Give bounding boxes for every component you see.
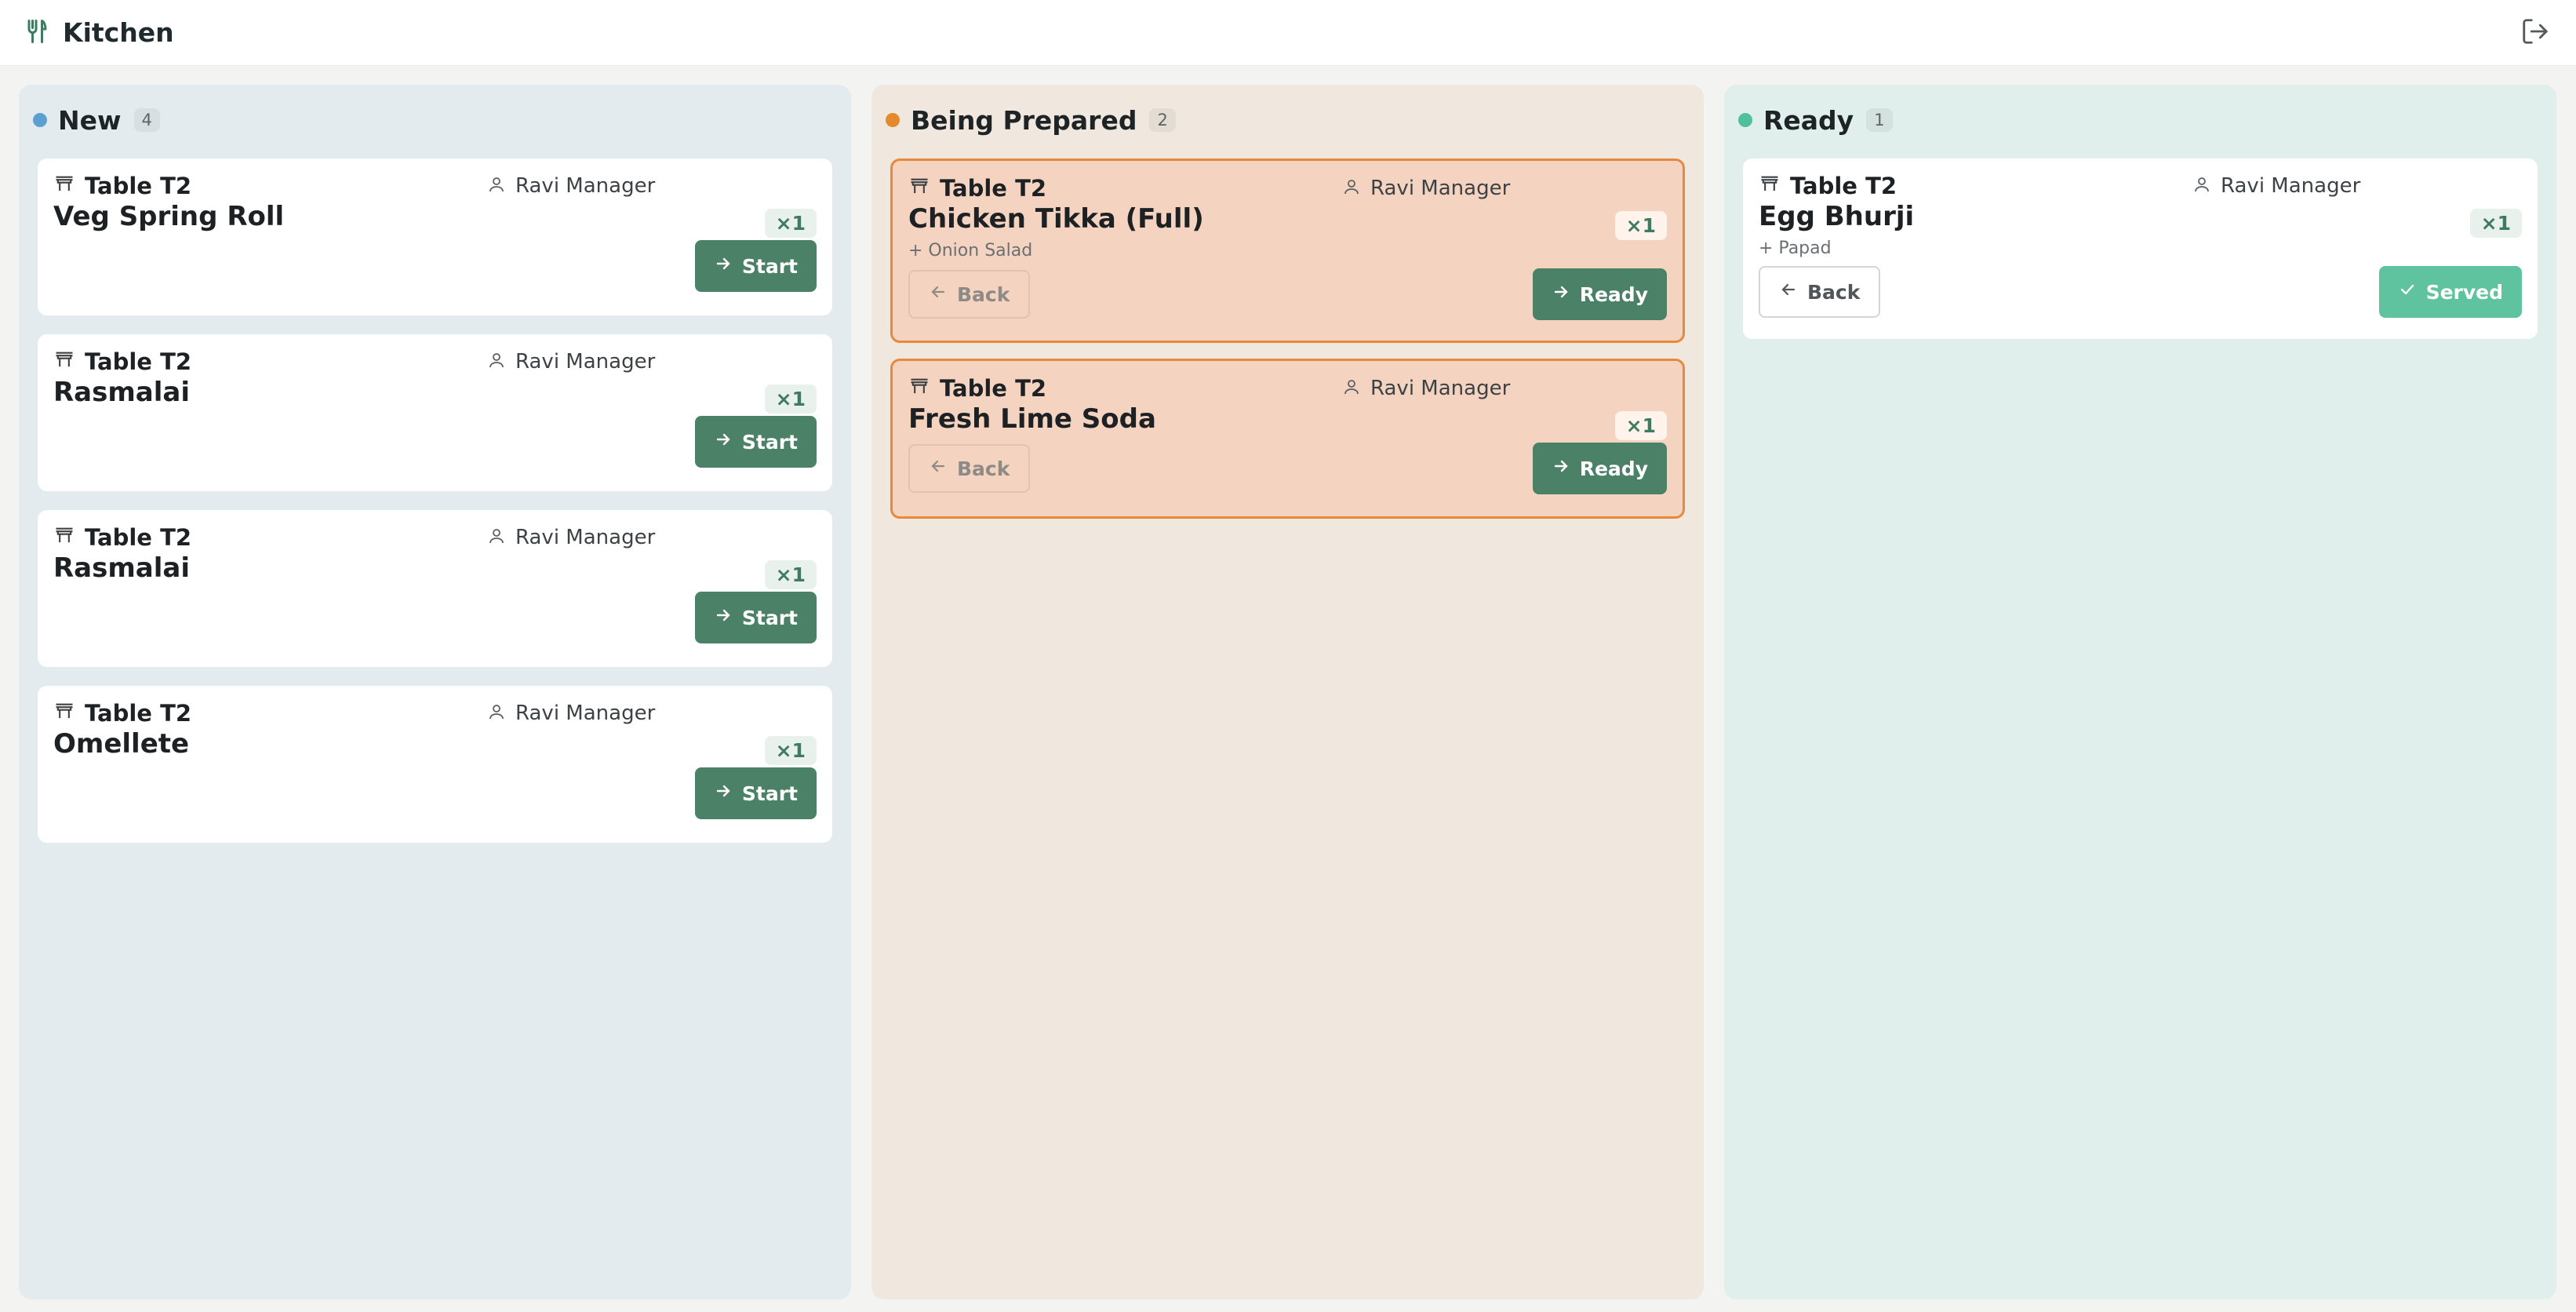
item-name: Chicken Tikka (Full) (908, 203, 1204, 235)
quantity-badge: ×1 (1614, 411, 1667, 440)
brand: Kitchen (22, 17, 174, 49)
check-icon (2398, 280, 2417, 304)
column-title: Ready (1763, 104, 1854, 136)
arrow-right-icon (714, 254, 733, 278)
table-label: Table T2 (85, 700, 192, 727)
item-name: Veg Spring Roll (53, 201, 285, 232)
arrow-right-icon (714, 606, 733, 629)
status-dot (886, 113, 900, 127)
item-modifier: + Onion Salad (908, 241, 1033, 261)
order-card: Table T2 Ravi Manager Fresh Lime Soda ×1… (890, 359, 1685, 519)
kitchen-board: New 4 Table T2 Ravi Manager Veg Spring R… (19, 85, 2557, 1299)
user-icon (487, 175, 506, 197)
table-icon (908, 176, 930, 201)
table-icon (53, 349, 75, 374)
user-icon (2192, 175, 2211, 197)
table-icon (53, 525, 75, 550)
table-label: Table T2 (940, 375, 1047, 402)
user-icon (487, 351, 506, 373)
arrow-right-icon (714, 430, 733, 454)
user-icon (1342, 177, 1361, 199)
start-button[interactable]: Start (694, 240, 817, 292)
column-title: Being Prepared (911, 104, 1137, 136)
back-button[interactable]: Back (908, 270, 1031, 319)
arrow-right-icon (1552, 282, 1570, 306)
item-name: Rasmalai (53, 377, 190, 408)
quantity-badge: ×1 (2469, 209, 2522, 238)
order-card: Table T2 Ravi Manager Veg Spring Roll ×1… (38, 159, 832, 315)
user-icon (1342, 377, 1361, 399)
arrow-left-icon (1779, 280, 1798, 304)
table-icon (53, 173, 75, 199)
order-card: Table T2 Ravi Manager Chicken Tikka (Ful… (890, 159, 1685, 343)
quantity-badge: ×1 (764, 209, 817, 238)
status-dot (33, 113, 47, 127)
table-label: Table T2 (85, 524, 192, 551)
user-icon (487, 527, 506, 548)
logout-icon (2520, 16, 2550, 49)
quantity-badge: ×1 (764, 736, 817, 765)
column-ready: Ready 1 Table T2 Ravi Manager Egg Bhurji… (1724, 85, 2556, 1299)
table-icon (908, 376, 930, 401)
staff-name: Ravi Manager (515, 350, 656, 374)
back-button[interactable]: Back (1759, 266, 1881, 318)
item-name: Fresh Lime Soda (908, 403, 1156, 435)
served-button[interactable]: Served (2378, 266, 2522, 318)
quantity-badge: ×1 (764, 560, 817, 589)
order-card: Table T2 Ravi Manager Rasmalai ×1 Start (38, 334, 832, 491)
table-label: Table T2 (940, 175, 1047, 202)
ready-button[interactable]: Ready (1532, 443, 1667, 494)
arrow-right-icon (1552, 457, 1570, 480)
column-count: 1 (1866, 108, 1893, 132)
arrow-left-icon (929, 457, 948, 480)
column-title: New (58, 104, 122, 136)
column-count: 2 (1149, 108, 1176, 132)
staff-name: Ravi Manager (1370, 377, 1511, 400)
arrow-right-icon (714, 782, 733, 805)
table-label: Table T2 (1790, 173, 1897, 199)
user-icon (487, 702, 506, 724)
start-button[interactable]: Start (694, 416, 817, 468)
order-card: Table T2 Ravi Manager Egg Bhurji + Papad… (1743, 159, 2538, 339)
start-button[interactable]: Start (694, 767, 817, 819)
quantity-badge: ×1 (1614, 211, 1667, 240)
staff-name: Ravi Manager (1370, 177, 1511, 200)
column-being-prepared: Being Prepared 2 Table T2 Ravi Manager C… (871, 85, 1704, 1299)
item-name: Egg Bhurji (1759, 201, 1915, 232)
chef-utensils-icon (22, 17, 50, 49)
item-name: Omellete (53, 728, 190, 760)
quantity-badge: ×1 (764, 384, 817, 414)
start-button[interactable]: Start (694, 592, 817, 643)
staff-name: Ravi Manager (515, 702, 656, 725)
column-count: 4 (133, 108, 160, 132)
arrow-left-icon (929, 282, 948, 306)
item-modifier: + Papad (1759, 239, 1832, 258)
table-label: Table T2 (85, 348, 192, 375)
logout-button[interactable] (2518, 16, 2552, 50)
staff-name: Ravi Manager (515, 526, 656, 549)
table-icon (53, 701, 75, 726)
column-header-ready: Ready 1 (1738, 100, 2538, 140)
back-button[interactable]: Back (908, 444, 1031, 493)
item-name: Rasmalai (53, 552, 190, 584)
top-bar: Kitchen (0, 0, 2576, 66)
order-card: Table T2 Ravi Manager Rasmalai ×1 Start (38, 510, 832, 667)
staff-name: Ravi Manager (515, 174, 656, 198)
column-header-new: New 4 (33, 100, 832, 140)
column-header-prep: Being Prepared 2 (886, 100, 1685, 140)
ready-button[interactable]: Ready (1532, 268, 1667, 320)
staff-name: Ravi Manager (2221, 174, 2361, 198)
status-dot (1738, 113, 1752, 127)
table-icon (1759, 173, 1781, 199)
order-card: Table T2 Ravi Manager Omellete ×1 Start (38, 686, 832, 843)
table-label: Table T2 (85, 173, 192, 199)
app-title: Kitchen (63, 17, 174, 48)
column-new: New 4 Table T2 Ravi Manager Veg Spring R… (19, 85, 851, 1299)
